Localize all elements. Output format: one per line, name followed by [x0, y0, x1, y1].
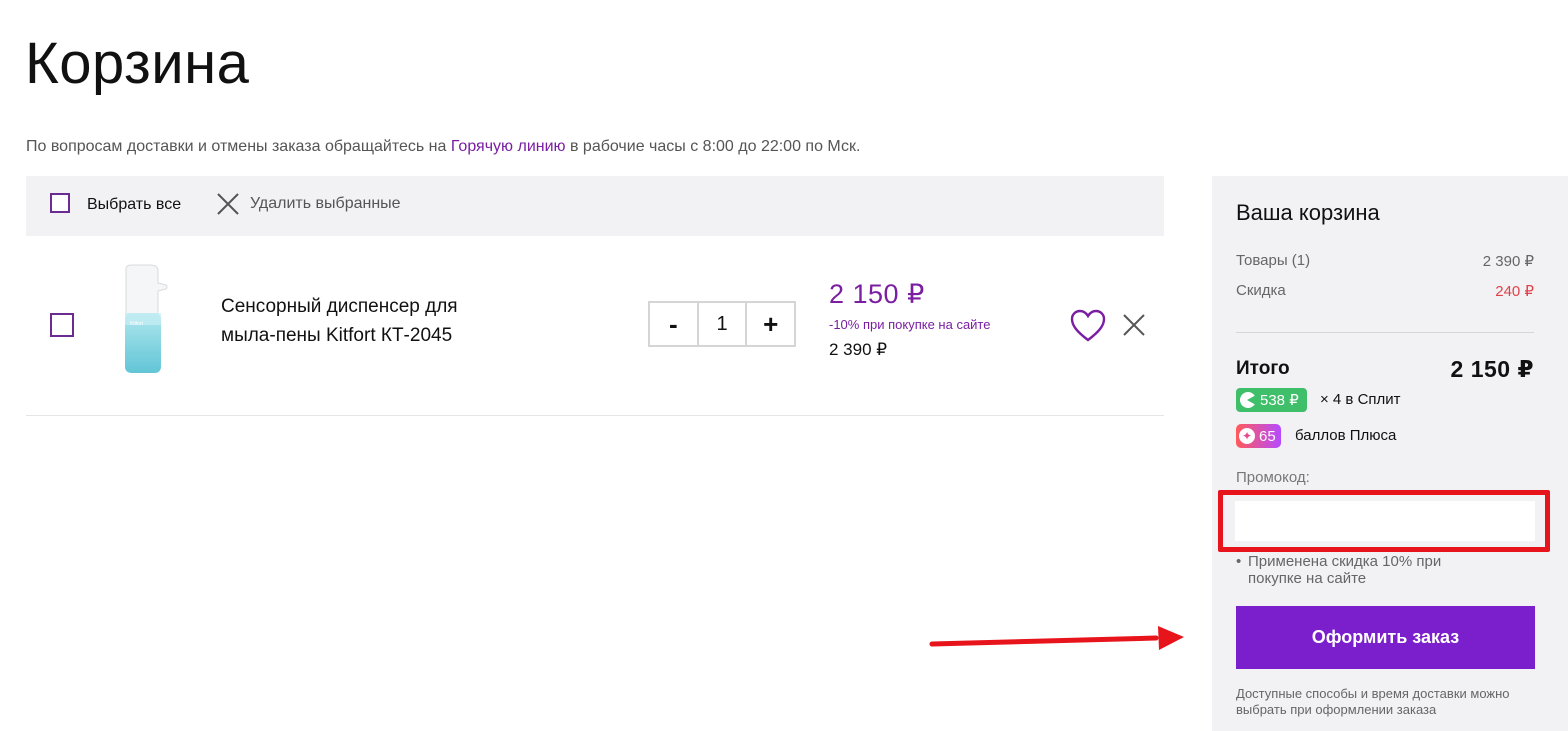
product-name-line1[interactable]: Сенсорный диспенсер для — [221, 292, 521, 321]
price-original: 2 390 ₽ — [829, 340, 888, 359]
delete-selected-button[interactable]: Удалить выбранные — [250, 195, 401, 213]
plus-icon: ✦ — [1239, 428, 1255, 444]
total-label: Итого — [1236, 358, 1290, 379]
goods-row: Товары (1) 2 390 ₽ — [1236, 252, 1534, 270]
decrease-quantity-button[interactable]: - — [650, 303, 697, 345]
price-discount-note: -10% при покупке на сайте — [829, 317, 991, 332]
bullet: • — [1236, 553, 1242, 570]
hotline-link[interactable]: Горячую линию — [451, 138, 566, 155]
discount-label: Скидка — [1236, 282, 1286, 299]
split-text: × 4 в Сплит — [1320, 391, 1401, 408]
close-icon[interactable] — [216, 192, 240, 216]
select-all-checkbox[interactable] — [50, 193, 70, 213]
quantity-value[interactable]: 1 — [696, 303, 748, 345]
remove-item-icon[interactable] — [1122, 313, 1146, 337]
cart-item-row: Kitfort Сенсорный диспенсер для мыла-пен… — [26, 237, 1164, 416]
product-brand-text: Kitfort — [130, 321, 144, 327]
checkout-button[interactable]: Оформить заказ — [1236, 606, 1535, 669]
plus-badge[interactable]: ✦ 65 — [1236, 424, 1281, 448]
cart-toolbar: Выбрать все Удалить выбранные — [26, 176, 1164, 236]
cart-summary: Ваша корзина Товары (1) 2 390 ₽ Скидка 2… — [1212, 176, 1568, 731]
goods-label: Товары (1) — [1236, 252, 1311, 269]
product-name[interactable]: Сенсорный диспенсер для мыла-пены Kitfor… — [221, 292, 521, 350]
summary-title: Ваша корзина — [1236, 200, 1380, 225]
plus-text: баллов Плюса — [1295, 427, 1397, 444]
split-icon — [1240, 392, 1256, 408]
red-arrow-annotation — [929, 626, 1184, 650]
promo-label: Промокод: — [1236, 469, 1310, 486]
increase-quantity-button[interactable]: + — [747, 303, 794, 345]
select-all-label[interactable]: Выбрать все — [87, 196, 181, 214]
promo-applied-note: • Применена скидка 10% при покупке на са… — [1236, 553, 1442, 587]
plus-points: 65 — [1259, 427, 1276, 445]
promo-code-input[interactable] — [1235, 501, 1535, 541]
delivery-note: Доступные способы и время доставки можно… — [1236, 686, 1510, 717]
product-image[interactable]: Kitfort — [114, 263, 174, 378]
split-badge[interactable]: 538 ₽ — [1236, 388, 1307, 412]
item-checkbox[interactable] — [50, 313, 74, 337]
notice-text-before: По вопросам доставки и отмены заказа обр… — [26, 138, 451, 155]
promo-highlight-box — [1218, 490, 1550, 552]
split-amount: 538 ₽ — [1260, 392, 1299, 409]
price-discounted: 2 150 ₽ — [829, 279, 925, 309]
quantity-stepper: - 1 + — [648, 301, 796, 347]
page-title: Корзина — [25, 31, 250, 96]
summary-divider — [1236, 332, 1534, 333]
goods-value: 2 390 ₽ — [1482, 253, 1534, 270]
discount-value: 240 ₽ — [1495, 283, 1534, 300]
notice-text-after: в рабочие часы с 8:00 до 22:00 по Мск. — [565, 138, 861, 155]
product-name-line2[interactable]: мыла-пены Kitfort КТ-2045 — [221, 321, 521, 350]
total-value: 2 150 ₽ — [1450, 356, 1534, 382]
support-notice: По вопросам доставки и отмены заказа обр… — [26, 138, 860, 156]
discount-row: Скидка 240 ₽ — [1236, 282, 1534, 300]
heart-icon[interactable] — [1070, 309, 1106, 343]
